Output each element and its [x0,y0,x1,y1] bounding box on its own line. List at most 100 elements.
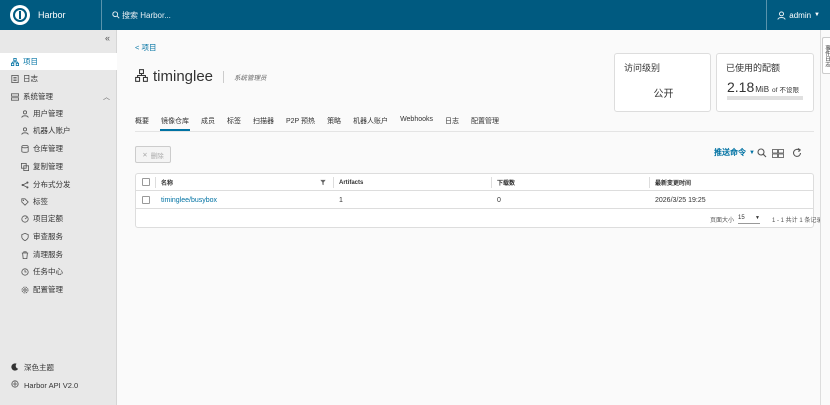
sidebar-item-project-quotas[interactable]: 项目定额 [0,210,117,227]
column-name[interactable]: 名称 [161,174,173,191]
row-checkbox[interactable] [142,196,150,204]
page-title: timinglee [153,68,214,85]
column-last-modified[interactable]: 最新变更时间 [655,174,691,191]
delete-label: 删除 [150,152,164,160]
header-divider [101,0,102,30]
tab-robot-accounts[interactable]: 机器人账户 [353,116,388,129]
chevron-down-icon: ▼ [814,12,820,18]
project-icon [135,69,148,84]
sidebar-item-label: 项目 [23,57,38,66]
column-artifacts[interactable]: Artifacts [339,174,363,191]
column-pulls[interactable]: 下载数 [497,174,515,191]
sidebar-item-label: 审查服务 [33,232,63,241]
column-divider [333,177,334,188]
refresh-icon[interactable] [791,147,803,159]
sidebar-item-label: 日志 [23,74,38,83]
api-link[interactable]: Harbor API V2.0 [0,380,117,390]
sidebar-item-job-service[interactable]: 任务中心 [0,263,117,280]
harbor-logo-icon [10,5,30,25]
project-icon [11,57,19,66]
push-command-label: 推送命令 [714,148,746,157]
tab-members[interactable]: 成员 [201,116,215,129]
sidebar-item-interrogation-services[interactable]: 审查服务 [0,228,117,245]
tab-configuration[interactable]: 配置管理 [471,116,499,129]
tag-icon [21,197,29,206]
select-all-checkbox[interactable] [142,178,150,186]
event-log-tab[interactable]: 事件日志 [822,37,830,74]
user-icon [21,109,29,118]
table-header: 名称 Artifacts 下载数 最新变更时间 [136,174,813,191]
back-to-projects-link[interactable]: < 项目 [135,42,156,53]
robot-icon [21,126,29,135]
clock-icon [21,267,29,276]
filter-icon[interactable] [320,179,326,188]
repositories-table: 名称 Artifacts 下载数 最新变更时间 timinglee/busybo… [135,173,822,228]
moon-icon [11,362,19,373]
top-header: Harbor 搜索 Harbor... admin ▼ [0,0,830,30]
pagination-info: 1 - 1 共计 1 条记录 [772,218,823,224]
sidebar-item-label: 标签 [33,197,48,206]
search-input[interactable]: 搜索 Harbor... [122,10,171,21]
brand[interactable]: Harbor [0,5,101,25]
page-size-value: 15 [738,214,745,221]
sidebar-item-label: 复制管理 [33,162,63,171]
dark-theme-label: 深色主题 [24,363,54,372]
registry-icon [21,144,29,153]
sidebar-item-label: 分布式分发 [33,180,71,189]
delete-button[interactable]: ✕ 删除 [135,146,171,163]
sidebar-item-label: 配置管理 [33,285,63,294]
tab-scanner[interactable]: 扫描器 [253,116,274,129]
tab-policy[interactable]: 策略 [327,116,341,129]
sidebar-item-label: 项目定额 [33,214,63,223]
repo-name-link[interactable]: timinglee/busybox [161,192,217,209]
sidebar-item-configuration[interactable]: 配置管理 [0,281,117,298]
user-menu[interactable]: admin ▼ [766,0,830,30]
sidebar-item-clean-up[interactable]: 清理服务 [0,246,117,263]
search-icon[interactable] [756,147,768,159]
tabs-divider [135,131,814,132]
main-content: < 项目 timinglee 系统管理员 访问级别 公开 已使用的配额 2.18… [118,30,822,405]
dark-theme-toggle[interactable]: 深色主题 [0,362,117,373]
sidebar-item-label: 仓库管理 [33,144,63,153]
role-badge: 系统管理员 [234,74,267,82]
access-level-title: 访问级别 [624,63,661,73]
collapse-sidebar-icon[interactable]: « [105,33,110,43]
sidebar-item-replications[interactable]: 复制管理 [0,158,117,175]
gear-icon [21,286,29,294]
column-divider [491,177,492,188]
tab-logs[interactable]: 日志 [445,116,459,129]
quota-unit: MiB [755,85,770,94]
sidebar: « 项目 日志 系统管理 ︿ 用户管理 机器人账户 仓库管理 复制管理 分布式分… [0,30,117,405]
sidebar-item-labels[interactable]: 标签 [0,193,117,210]
admin-icon [11,92,19,101]
username: admin [789,10,812,20]
sidebar-item-users[interactable]: 用户管理 [0,105,117,122]
shield-icon [21,232,29,241]
page-size-select[interactable]: 15 ▼ [738,212,760,224]
global-search[interactable]: 搜索 Harbor... [112,10,171,21]
quota-used: 2.18 [727,79,755,95]
project-tabs: 概要 镜像仓库 成员 标签 扫描器 P2P 预热 策略 机器人账户 Webhoo… [135,116,511,131]
sidebar-item-logs[interactable]: 日志 [0,70,117,87]
table-footer: 页面大小 15 ▼ 1 - 1 共计 1 条记录 [136,210,822,228]
list-view-icon[interactable] [772,147,784,159]
quota-progress-bar [727,96,803,100]
right-edge-panel: 事件日志 [820,30,830,405]
access-level-value: 公开 [653,89,674,100]
tab-labels[interactable]: 标签 [227,116,241,129]
harbor-api-icon [11,380,19,390]
tab-p2p-preheat[interactable]: P2P 预热 [286,116,315,129]
sidebar-item-administration[interactable]: 系统管理 ︿ [0,88,117,105]
sidebar-item-distributions[interactable]: 分布式分发 [0,176,117,193]
sidebar-item-registries[interactable]: 仓库管理 [0,140,117,157]
sidebar-item-robot-accounts[interactable]: 机器人账户 [0,122,117,139]
sidebar-item-projects[interactable]: 项目 [0,53,117,70]
share-icon [21,181,29,189]
sidebar-item-label: 用户管理 [33,109,63,118]
tab-webhooks[interactable]: Webhooks [400,116,433,129]
tab-repositories[interactable]: 镜像仓库 [160,116,190,131]
tab-summary[interactable]: 概要 [135,116,149,129]
push-command-dropdown[interactable]: 推送命令 ▼ [714,147,755,158]
quota-of: of [772,87,778,94]
chevron-down-icon: ▼ [755,214,760,221]
